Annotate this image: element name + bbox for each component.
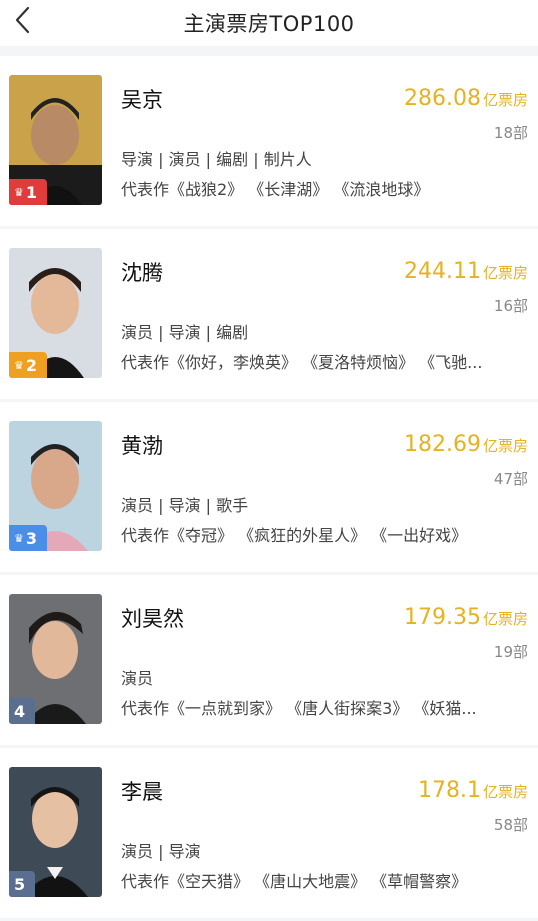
box-office: 179.35 亿票房 [404,605,528,630]
box-office-value: 244.11 [404,259,481,284]
box-office-value: 286.08 [404,86,481,111]
film-count: 18部 [493,124,528,142]
actor-photo: ♛ 1 [9,75,102,205]
actor-roles: 演员 | 导演 | 歌手 [121,496,249,515]
box-office-unit: 亿票房 [482,783,528,801]
box-office-unit: 亿票房 [482,610,528,628]
actor-name[interactable]: 李晨 [121,776,163,806]
representative-works: 代表作《一点就到家》 《唐人街探案3》 《妖猫... [121,699,477,718]
actor-roles: 导演 | 演员 | 编剧 | 制片人 [121,150,312,169]
crown-icon: ♛ [14,185,24,199]
actor-name[interactable]: 黄渤 [121,430,163,460]
actor-name[interactable]: 沈腾 [121,257,163,287]
header: 主演票房TOP100 [0,0,538,46]
representative-works: 代表作《战狼2》 《长津湖》 《流浪地球》 [121,180,430,199]
film-count: 47部 [493,470,528,488]
actor-photo: 5 [9,767,102,897]
crown-icon: ♛ [14,358,24,372]
box-office-value: 178.1 [418,778,481,803]
film-count: 19部 [493,643,528,661]
actor-roles: 演员 | 导演 [121,842,201,861]
rank-badge: 4 [9,698,35,724]
representative-works: 代表作《夺冠》 《疯狂的外星人》 《一出好戏》 [121,526,468,545]
actor-name[interactable]: 吴京 [121,84,163,114]
actor-list: ♛ 1 吴京 286.08 亿票房 18部 导演 | 演员 | 编剧 | 制片人 … [0,56,538,921]
film-count: 16部 [493,297,528,315]
actor-card[interactable]: ♛ 1 吴京 286.08 亿票房 18部 导演 | 演员 | 编剧 | 制片人 … [0,56,538,226]
box-office-unit: 亿票房 [482,264,528,282]
box-office-unit: 亿票房 [482,437,528,455]
actor-photo: ♛ 3 [9,421,102,551]
box-office: 182.69 亿票房 [404,432,528,457]
box-office-value: 182.69 [404,432,481,457]
actor-card[interactable]: ♛ 2 沈腾 244.11 亿票房 16部 演员 | 导演 | 编剧 代表作《你好… [0,229,538,399]
actor-photo: ♛ 2 [9,248,102,378]
rank-badge: ♛ 2 [9,352,47,378]
representative-works: 代表作《你好，李焕英》 《夏洛特烦恼》 《飞驰... [121,353,483,372]
actor-card[interactable]: ♛ 3 黄渤 182.69 亿票房 47部 演员 | 导演 | 歌手 代表作《夺冠… [0,402,538,572]
actor-roles: 演员 | 导演 | 编剧 [121,323,249,342]
rank-badge: ♛ 1 [9,179,47,205]
box-office: 244.11 亿票房 [404,259,528,284]
rank-badge: 5 [9,871,35,897]
box-office: 286.08 亿票房 [404,86,528,111]
actor-roles: 演员 [121,669,154,688]
box-office-unit: 亿票房 [482,91,528,109]
page-title: 主演票房TOP100 [183,12,355,36]
film-count: 58部 [493,816,528,834]
crown-icon: ♛ [14,531,24,545]
actor-card[interactable]: 5 李晨 178.1 亿票房 58部 演员 | 导演 代表作《空天猎》 《唐山大地… [0,748,538,918]
actor-photo: 4 [9,594,102,724]
box-office: 178.1 亿票房 [418,778,528,803]
box-office-value: 179.35 [404,605,481,630]
rank-badge: ♛ 3 [9,525,47,551]
actor-card[interactable]: 4 刘昊然 179.35 亿票房 19部 演员 代表作《一点就到家》 《唐人街探案… [0,575,538,745]
representative-works: 代表作《空天猎》 《唐山大地震》 《草帽警察》 [121,872,468,891]
actor-name[interactable]: 刘昊然 [121,603,184,633]
